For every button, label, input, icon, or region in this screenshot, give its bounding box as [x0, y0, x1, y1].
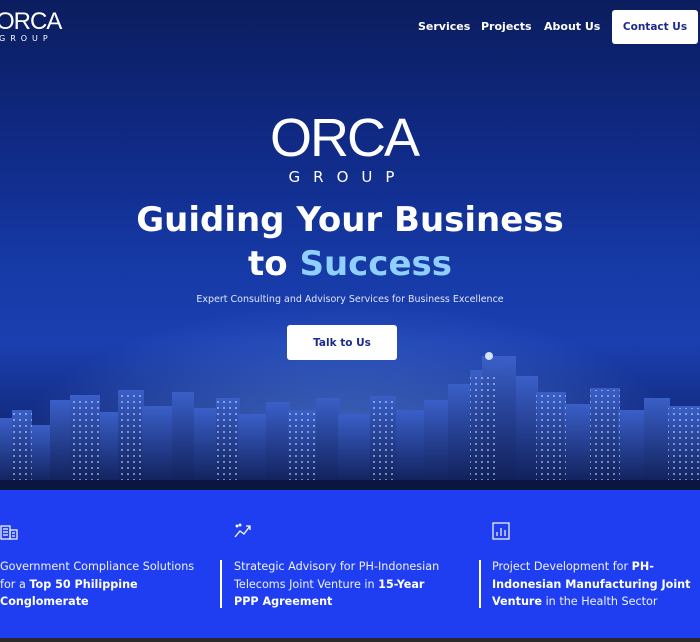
- nav-link-services[interactable]: Services: [418, 20, 470, 33]
- bar-chart-icon: [492, 522, 510, 540]
- hero-section: ORCA GROUP Services Projects About Us Co…: [0, 0, 700, 490]
- nav-link-about-us[interactable]: About Us: [544, 20, 600, 33]
- hero-headline: Guiding Your Business to Success: [0, 198, 700, 286]
- headline-line-1: Guiding Your Business: [136, 200, 564, 240]
- divider: [479, 560, 481, 608]
- highlight-text-pre: Project Development for: [492, 560, 632, 573]
- highlight-item: Government Compliance Solutions for a To…: [0, 522, 210, 611]
- hero-logo: ORCA GROUP: [270, 108, 420, 186]
- hero-logo-sub: GROUP: [288, 168, 408, 186]
- bottom-edge-bar: [0, 638, 700, 642]
- talk-to-us-button[interactable]: Talk to Us: [287, 325, 397, 360]
- nav-logo-word: ORCA: [0, 8, 62, 35]
- city-skyline-image: [0, 352, 700, 490]
- nav-logo-sub: GROUP: [0, 34, 53, 43]
- highlight-item: Project Development for PH-Indonesian Ma…: [492, 522, 692, 611]
- nav-logo[interactable]: ORCA GROUP: [0, 8, 62, 44]
- highlight-text: Government Compliance Solutions for a To…: [0, 558, 210, 611]
- headline-accent: Success: [299, 244, 452, 284]
- highlight-text: Project Development for PH-Indonesian Ma…: [492, 558, 692, 611]
- divider: [220, 560, 222, 608]
- building-icon: [0, 525, 18, 540]
- highlight-text: Strategic Advisory for PH-Indonesian Tel…: [234, 558, 444, 611]
- contact-us-button[interactable]: Contact Us: [612, 10, 698, 44]
- nav-link-projects[interactable]: Projects: [481, 20, 532, 33]
- trend-chart-icon: [234, 523, 251, 538]
- headline-to: to: [248, 244, 300, 284]
- headline-line-2: to Success: [0, 242, 700, 286]
- highlight-item: Strategic Advisory for PH-Indonesian Tel…: [234, 522, 444, 611]
- highlights-band: Government Compliance Solutions for a To…: [0, 490, 700, 638]
- hero-tagline: Expert Consulting and Advisory Services …: [196, 294, 504, 305]
- highlight-text-post: in the Health Sector: [542, 595, 658, 608]
- hero-logo-word: ORCA: [270, 108, 420, 168]
- top-navbar: ORCA GROUP Services Projects About Us Co…: [0, 0, 700, 56]
